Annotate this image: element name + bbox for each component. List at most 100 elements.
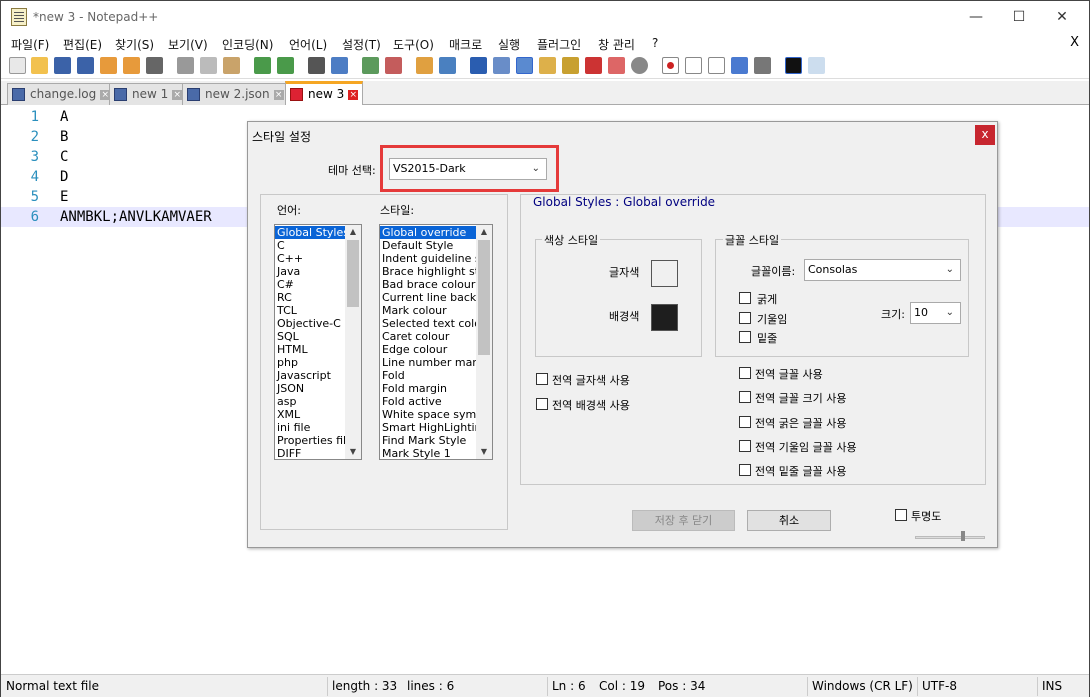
copy-icon[interactable] (200, 57, 217, 74)
font-name-select[interactable]: Consolas ⌄ (804, 259, 961, 281)
menu-language[interactable]: 언어(L) (289, 36, 327, 53)
run-multiple-macro-icon[interactable] (731, 57, 748, 74)
menu-settings[interactable]: 설정(T) (342, 36, 381, 53)
status-encoding: UTF-8 (922, 679, 957, 693)
zoom-out-icon[interactable] (385, 57, 402, 74)
menu-window[interactable]: 창 관리 (598, 36, 635, 53)
tab-close-icon[interactable]: × (348, 89, 359, 100)
language-list[interactable]: Global Styles C C++ Java C# RC TCL Objec… (274, 224, 362, 460)
global-font-size-checkbox[interactable] (739, 391, 751, 403)
global-bg-checkbox[interactable] (536, 398, 548, 410)
replace-icon[interactable] (331, 57, 348, 74)
close-document-x[interactable]: X (1070, 35, 1079, 50)
code-line: A (60, 109, 69, 125)
redo-icon[interactable] (277, 57, 294, 74)
save-icon[interactable] (54, 57, 71, 74)
transparency-slider[interactable] (915, 536, 985, 539)
new-file-icon[interactable] (9, 57, 26, 74)
play-macro-icon[interactable] (708, 57, 725, 74)
menu-view[interactable]: 보기(V) (168, 36, 208, 53)
maximize-button[interactable]: ☐ (999, 5, 1039, 29)
transparency-checkbox[interactable] (895, 509, 907, 521)
menu-run[interactable]: 실행 (498, 36, 520, 53)
line-number: 4 (30, 169, 39, 185)
extra-icon[interactable] (808, 57, 825, 74)
dialog-close-button[interactable]: x (975, 125, 995, 145)
language-label: 언어: (277, 204, 301, 217)
menu-search[interactable]: 찾기(S) (115, 36, 154, 53)
cancel-button[interactable]: 취소 (747, 510, 831, 531)
menu-file[interactable]: 파일(F) (11, 36, 49, 53)
global-fg-checkbox[interactable] (536, 373, 548, 385)
global-underline-checkbox[interactable] (739, 464, 751, 476)
global-font-checkbox[interactable] (739, 367, 751, 379)
sync-vertical-icon[interactable] (416, 57, 433, 74)
tab-close-icon[interactable]: × (273, 89, 284, 100)
underline-checkbox[interactable] (739, 331, 751, 343)
paste-icon[interactable] (223, 57, 240, 74)
theme-label: 테마 선택: (328, 164, 376, 177)
doc-map-icon[interactable] (562, 57, 579, 74)
scroll-up-icon[interactable]: ▲ (345, 225, 361, 239)
menu-macro[interactable]: 매크로 (449, 36, 482, 53)
menu-plugins[interactable]: 플러그인 (537, 36, 581, 53)
udl-icon[interactable] (539, 57, 556, 74)
undo-icon[interactable] (254, 57, 271, 74)
font-name-value: Consolas (808, 263, 858, 276)
tab-change-log[interactable]: change.log × (7, 83, 116, 105)
global-bold-checkbox[interactable] (739, 416, 751, 428)
find-icon[interactable] (308, 57, 325, 74)
global-font-label: 전역 글꼴 사용 (755, 368, 823, 381)
italic-checkbox[interactable] (739, 312, 751, 324)
bg-color-swatch[interactable] (651, 304, 678, 331)
menu-help[interactable]: ? (652, 36, 658, 50)
close-window-button[interactable]: ✕ (1042, 5, 1082, 29)
open-file-icon[interactable] (31, 57, 48, 74)
tab-new-2-json[interactable]: new 2.json × (182, 83, 289, 105)
word-wrap-icon[interactable] (470, 57, 487, 74)
save-close-button[interactable]: 저장 후 닫기 (632, 510, 735, 531)
minimize-button[interactable]: — (956, 5, 996, 29)
stop-macro-icon[interactable] (685, 57, 702, 74)
show-all-chars-icon[interactable] (493, 57, 510, 74)
style-list[interactable]: Global override Default Style Indent gui… (379, 224, 493, 460)
tab-close-icon[interactable]: × (172, 89, 183, 100)
save-all-icon[interactable] (77, 57, 94, 74)
font-name-label: 글꼴이름: (751, 265, 796, 278)
print-icon[interactable] (146, 57, 163, 74)
tab-label: change.log (30, 87, 97, 101)
fg-color-swatch[interactable] (651, 260, 678, 287)
scroll-up-icon[interactable]: ▲ (476, 225, 492, 239)
close-icon[interactable] (100, 57, 117, 74)
menu-tools[interactable]: 도구(O) (393, 36, 434, 53)
code-line: E (60, 189, 69, 205)
scroll-thumb[interactable] (478, 240, 490, 355)
function-list-icon[interactable] (585, 57, 602, 74)
save-macro-icon[interactable] (754, 57, 771, 74)
tab-new-3[interactable]: new 3 × (285, 81, 364, 105)
status-lines: lines : 6 (407, 679, 455, 693)
language-scrollbar[interactable]: ▲ ▼ (345, 225, 361, 459)
scroll-down-icon[interactable]: ▼ (345, 445, 361, 459)
folder-workspace-icon[interactable] (608, 57, 625, 74)
monitoring-icon[interactable] (631, 57, 648, 74)
tab-new-1[interactable]: new 1 × (109, 83, 188, 105)
dark-mode-icon[interactable] (785, 57, 802, 74)
scroll-thumb[interactable] (347, 240, 359, 307)
cut-icon[interactable] (177, 57, 194, 74)
global-italic-checkbox[interactable] (739, 440, 751, 452)
zoom-in-icon[interactable] (362, 57, 379, 74)
record-macro-icon[interactable] (662, 57, 679, 74)
scroll-down-icon[interactable]: ▼ (476, 445, 492, 459)
code-line: C (60, 149, 69, 165)
close-all-icon[interactable] (123, 57, 140, 74)
style-label: 스타일: (380, 204, 415, 217)
transparency-slider-thumb[interactable] (961, 531, 965, 541)
style-scrollbar[interactable]: ▲ ▼ (476, 225, 492, 459)
font-size-select[interactable]: 10 ⌄ (910, 302, 961, 324)
indent-guide-icon[interactable] (516, 57, 533, 74)
bold-checkbox[interactable] (739, 292, 751, 304)
sync-horizontal-icon[interactable] (439, 57, 456, 74)
menu-encoding[interactable]: 인코딩(N) (222, 36, 273, 53)
menu-edit[interactable]: 편집(E) (63, 36, 102, 53)
